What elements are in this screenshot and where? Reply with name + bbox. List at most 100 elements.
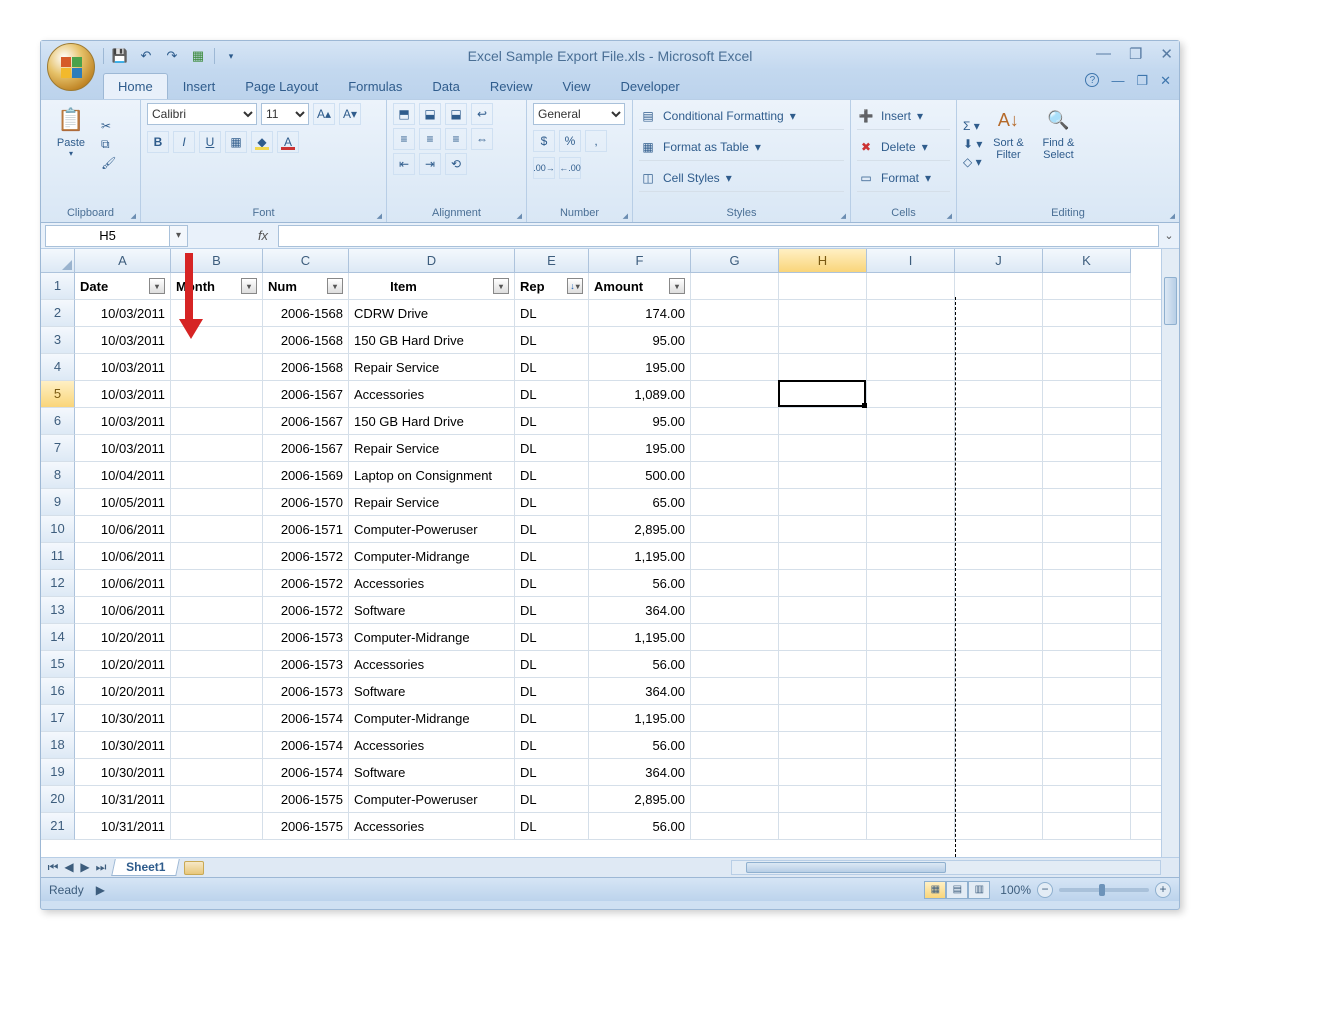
cell[interactable]: 2006-1574 [263, 705, 349, 731]
cell[interactable] [779, 705, 867, 731]
underline-button[interactable]: U [199, 131, 221, 153]
cell[interactable]: 10/30/2011 [75, 705, 171, 731]
cell[interactable]: 10/03/2011 [75, 300, 171, 326]
cell[interactable]: 2006-1567 [263, 381, 349, 407]
cell[interactable]: DL [515, 570, 589, 596]
column-header-J[interactable]: J [955, 249, 1043, 273]
cell[interactable]: 10/30/2011 [75, 759, 171, 785]
column-header-F[interactable]: F [589, 249, 691, 273]
cell[interactable]: 2006-1568 [263, 327, 349, 353]
decrease-decimal-icon[interactable]: ←.00 [559, 157, 581, 179]
cell[interactable] [691, 489, 779, 515]
name-box[interactable]: H5 [45, 225, 170, 247]
cell[interactable]: 10/20/2011 [75, 678, 171, 704]
cell[interactable] [171, 678, 263, 704]
fill-color-button[interactable]: ◆ [251, 131, 273, 153]
formula-bar[interactable] [278, 225, 1159, 247]
cell[interactable] [867, 597, 955, 623]
find-select-button[interactable]: 🔍 Find & Select [1034, 103, 1082, 161]
cell[interactable]: 2006-1571 [263, 516, 349, 542]
ribbon-tab-insert[interactable]: Insert [168, 73, 231, 99]
cell[interactable] [867, 300, 955, 326]
cell[interactable] [779, 489, 867, 515]
cell[interactable]: 56.00 [589, 570, 691, 596]
cell[interactable] [779, 516, 867, 542]
cell[interactable]: 2006-1574 [263, 732, 349, 758]
macro-record-icon[interactable]: ▶ [96, 883, 105, 897]
column-header-K[interactable]: K [1043, 249, 1131, 273]
cell[interactable] [171, 651, 263, 677]
cell[interactable]: 2006-1573 [263, 651, 349, 677]
cell[interactable]: 10/20/2011 [75, 651, 171, 677]
cell[interactable] [779, 327, 867, 353]
cell[interactable] [1043, 516, 1131, 542]
row-header-17[interactable]: 17 [41, 705, 75, 732]
cell[interactable] [691, 678, 779, 704]
cell[interactable] [955, 354, 1043, 380]
currency-icon[interactable]: $ [533, 130, 555, 152]
header-cell[interactable]: Rep▾ [515, 273, 589, 299]
font-size-select[interactable]: 11 [261, 103, 309, 125]
row-header-13[interactable]: 13 [41, 597, 75, 624]
cell[interactable] [779, 624, 867, 650]
cell[interactable]: 10/04/2011 [75, 462, 171, 488]
cell[interactable] [691, 300, 779, 326]
percent-icon[interactable]: % [559, 130, 581, 152]
cell[interactable]: DL [515, 462, 589, 488]
fx-icon[interactable]: fx [248, 228, 278, 243]
cell[interactable]: 2006-1573 [263, 678, 349, 704]
vertical-scrollbar[interactable] [1161, 249, 1179, 857]
cell[interactable]: Software [349, 597, 515, 623]
cell[interactable] [955, 597, 1043, 623]
cell[interactable]: 2006-1573 [263, 624, 349, 650]
cell[interactable]: 1,195.00 [589, 624, 691, 650]
cell[interactable]: DL [515, 813, 589, 839]
cell[interactable] [171, 732, 263, 758]
header-cell[interactable]: Item▾ [349, 273, 515, 299]
row-header-5[interactable]: 5 [41, 381, 75, 408]
align-right-icon[interactable]: ≡ [445, 128, 467, 150]
redo-icon[interactable]: ↷ [162, 46, 182, 66]
ribbon-tab-developer[interactable]: Developer [605, 73, 694, 99]
font-color-button[interactable]: A [277, 131, 299, 153]
font-name-select[interactable]: Calibri [147, 103, 257, 125]
header-cell[interactable]: Num▾ [263, 273, 349, 299]
filter-dropdown-month[interactable]: ▾ [241, 278, 257, 294]
cell[interactable] [955, 732, 1043, 758]
cell[interactable] [779, 651, 867, 677]
cell[interactable] [867, 678, 955, 704]
cell[interactable] [1043, 624, 1131, 650]
qat-customize-icon[interactable]: ▾ [221, 46, 241, 66]
cell[interactable] [691, 597, 779, 623]
column-header-C[interactable]: C [263, 249, 349, 273]
cell[interactable] [867, 651, 955, 677]
cell[interactable]: Accessories [349, 651, 515, 677]
cell[interactable]: Accessories [349, 732, 515, 758]
cell[interactable]: Computer-Midrange [349, 624, 515, 650]
cell[interactable]: 2006-1568 [263, 300, 349, 326]
cell[interactable] [691, 759, 779, 785]
cell[interactable]: Computer-Poweruser [349, 786, 515, 812]
cell[interactable]: 56.00 [589, 651, 691, 677]
autosum-icon[interactable]: Σ ▾ [963, 119, 982, 133]
cell[interactable] [1043, 570, 1131, 596]
merge-center-icon[interactable]: ⇔ [471, 128, 493, 150]
cell[interactable]: Accessories [349, 813, 515, 839]
cell[interactable] [779, 543, 867, 569]
cell[interactable]: 500.00 [589, 462, 691, 488]
cell[interactable] [691, 570, 779, 596]
zoom-out-button[interactable]: − [1037, 882, 1053, 898]
cell[interactable]: 150 GB Hard Drive [349, 408, 515, 434]
cell[interactable]: 2006-1572 [263, 543, 349, 569]
cell[interactable]: DL [515, 543, 589, 569]
cell[interactable] [1043, 381, 1131, 407]
ribbon-tab-data[interactable]: Data [417, 73, 474, 99]
filter-dropdown-num[interactable]: ▾ [327, 278, 343, 294]
cell[interactable] [955, 678, 1043, 704]
cell[interactable] [1043, 651, 1131, 677]
row-header-12[interactable]: 12 [41, 570, 75, 597]
cell[interactable] [691, 813, 779, 839]
sheet-tab-sheet1[interactable]: Sheet1 [111, 859, 180, 876]
cell[interactable] [1043, 489, 1131, 515]
cell[interactable] [1043, 732, 1131, 758]
